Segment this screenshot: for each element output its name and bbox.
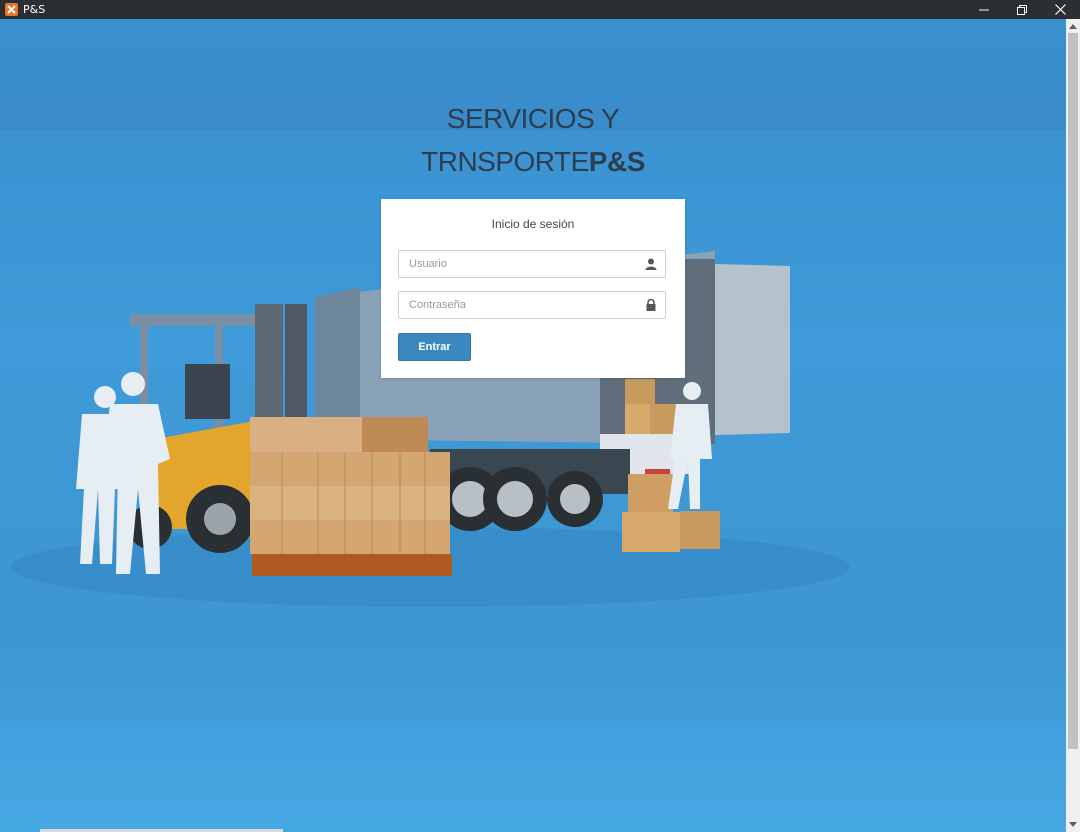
minimize-button[interactable] [965,0,1003,19]
brand-name: P&S [588,146,646,177]
chevron-up-icon [1069,24,1077,29]
title-bar: P&S [0,0,1080,19]
window-title: P&S [23,3,46,16]
chevron-down-icon [1069,822,1077,827]
workers-left [76,372,170,574]
heading-line-1: SERVICIOS Y [446,103,620,134]
heading-line-2-text: TRNSPORTE [421,146,589,177]
xampp-icon [5,3,18,16]
restore-icon [1017,4,1027,15]
minimize-icon [979,9,989,10]
app-window: P&S SERVICIOS Y TRNSPORTEP&S Inicio de s… [0,0,1080,832]
username-field[interactable] [398,250,666,278]
username-input[interactable] [399,251,639,277]
page-viewport: SERVICIOS Y TRNSPORTEP&S Inicio de sesió… [0,19,1066,832]
boxes-right [622,474,720,552]
vertical-scrollbar[interactable] [1066,19,1080,832]
close-icon [1054,4,1066,15]
login-card: Inicio de sesión Entrar [381,199,685,378]
scroll-down-button[interactable] [1066,818,1080,832]
restore-button[interactable] [1003,0,1041,19]
page-heading: SERVICIOS Y TRNSPORTEP&S [0,97,1066,183]
heading-line-2: TRNSPORTEP&S [0,140,1066,183]
login-button[interactable]: Entrar [398,333,471,361]
password-field[interactable] [398,291,666,319]
login-title: Inicio de sesión [491,217,575,231]
scrollbar-thumb[interactable] [1068,33,1078,749]
close-button[interactable] [1041,0,1079,19]
scroll-up-button[interactable] [1066,19,1080,33]
password-input[interactable] [399,292,639,318]
lock-icon [646,299,656,311]
user-icon [645,258,657,270]
pallet-boxes [250,417,452,576]
